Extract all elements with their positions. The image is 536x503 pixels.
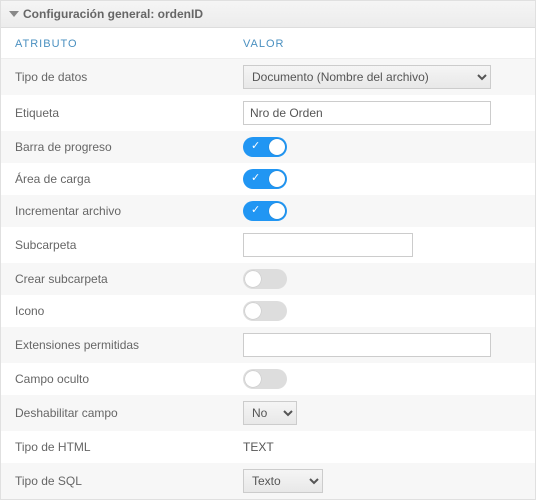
label-crear-sub: Crear subcarpeta	[15, 272, 243, 286]
row-crear-sub: Crear subcarpeta	[1, 263, 535, 295]
collapse-icon	[9, 11, 19, 17]
row-extensiones: Extensiones permitidas	[1, 327, 535, 363]
select-deshabilitar[interactable]: No	[243, 401, 297, 425]
row-deshabilitar: Deshabilitar campo No	[1, 395, 535, 431]
label-incrementar: Incrementar archivo	[15, 204, 243, 218]
input-subcarpeta[interactable]	[243, 233, 413, 257]
select-tipo-sql[interactable]: Texto	[243, 469, 323, 493]
row-tipo-html: Tipo de HTML TEXT	[1, 431, 535, 463]
grid-header: ATRIBUTO VALOR	[1, 28, 535, 59]
row-etiqueta: Etiqueta	[1, 95, 535, 131]
label-tipo-html: Tipo de HTML	[15, 440, 243, 454]
col-header-attr: ATRIBUTO	[15, 38, 243, 50]
row-incrementar: Incrementar archivo	[1, 195, 535, 227]
toggle-icono[interactable]	[243, 301, 287, 321]
toggle-campo-oculto[interactable]	[243, 369, 287, 389]
row-tipo-datos: Tipo de datos Documento (Nombre del arch…	[1, 59, 535, 95]
select-tipo-datos[interactable]: Documento (Nombre del archivo)	[243, 65, 491, 89]
label-campo-oculto: Campo oculto	[15, 372, 243, 386]
label-extensiones: Extensiones permitidas	[15, 338, 243, 352]
row-tipo-sql: Tipo de SQL Texto	[1, 463, 535, 499]
config-panel: Configuración general: ordenID ATRIBUTO …	[0, 0, 536, 500]
toggle-barra-progreso[interactable]	[243, 137, 287, 157]
label-deshabilitar: Deshabilitar campo	[15, 406, 243, 420]
input-extensiones[interactable]	[243, 333, 491, 357]
panel-header[interactable]: Configuración general: ordenID	[1, 1, 535, 28]
row-subcarpeta: Subcarpeta	[1, 227, 535, 263]
label-icono: Icono	[15, 304, 243, 318]
label-tipo-sql: Tipo de SQL	[15, 474, 243, 488]
label-tipo-datos: Tipo de datos	[15, 70, 243, 84]
toggle-incrementar[interactable]	[243, 201, 287, 221]
row-area-carga: Área de carga	[1, 163, 535, 195]
toggle-area-carga[interactable]	[243, 169, 287, 189]
col-header-val: VALOR	[243, 38, 521, 50]
label-etiqueta: Etiqueta	[15, 106, 243, 120]
row-campo-oculto: Campo oculto	[1, 363, 535, 395]
row-barra-progreso: Barra de progreso	[1, 131, 535, 163]
input-etiqueta[interactable]	[243, 101, 491, 125]
label-barra-progreso: Barra de progreso	[15, 140, 243, 154]
label-area-carga: Área de carga	[15, 172, 243, 186]
row-icono: Icono	[1, 295, 535, 327]
label-subcarpeta: Subcarpeta	[15, 238, 243, 252]
value-tipo-html: TEXT	[243, 440, 274, 454]
panel-title: Configuración general: ordenID	[23, 7, 203, 21]
toggle-crear-sub[interactable]	[243, 269, 287, 289]
